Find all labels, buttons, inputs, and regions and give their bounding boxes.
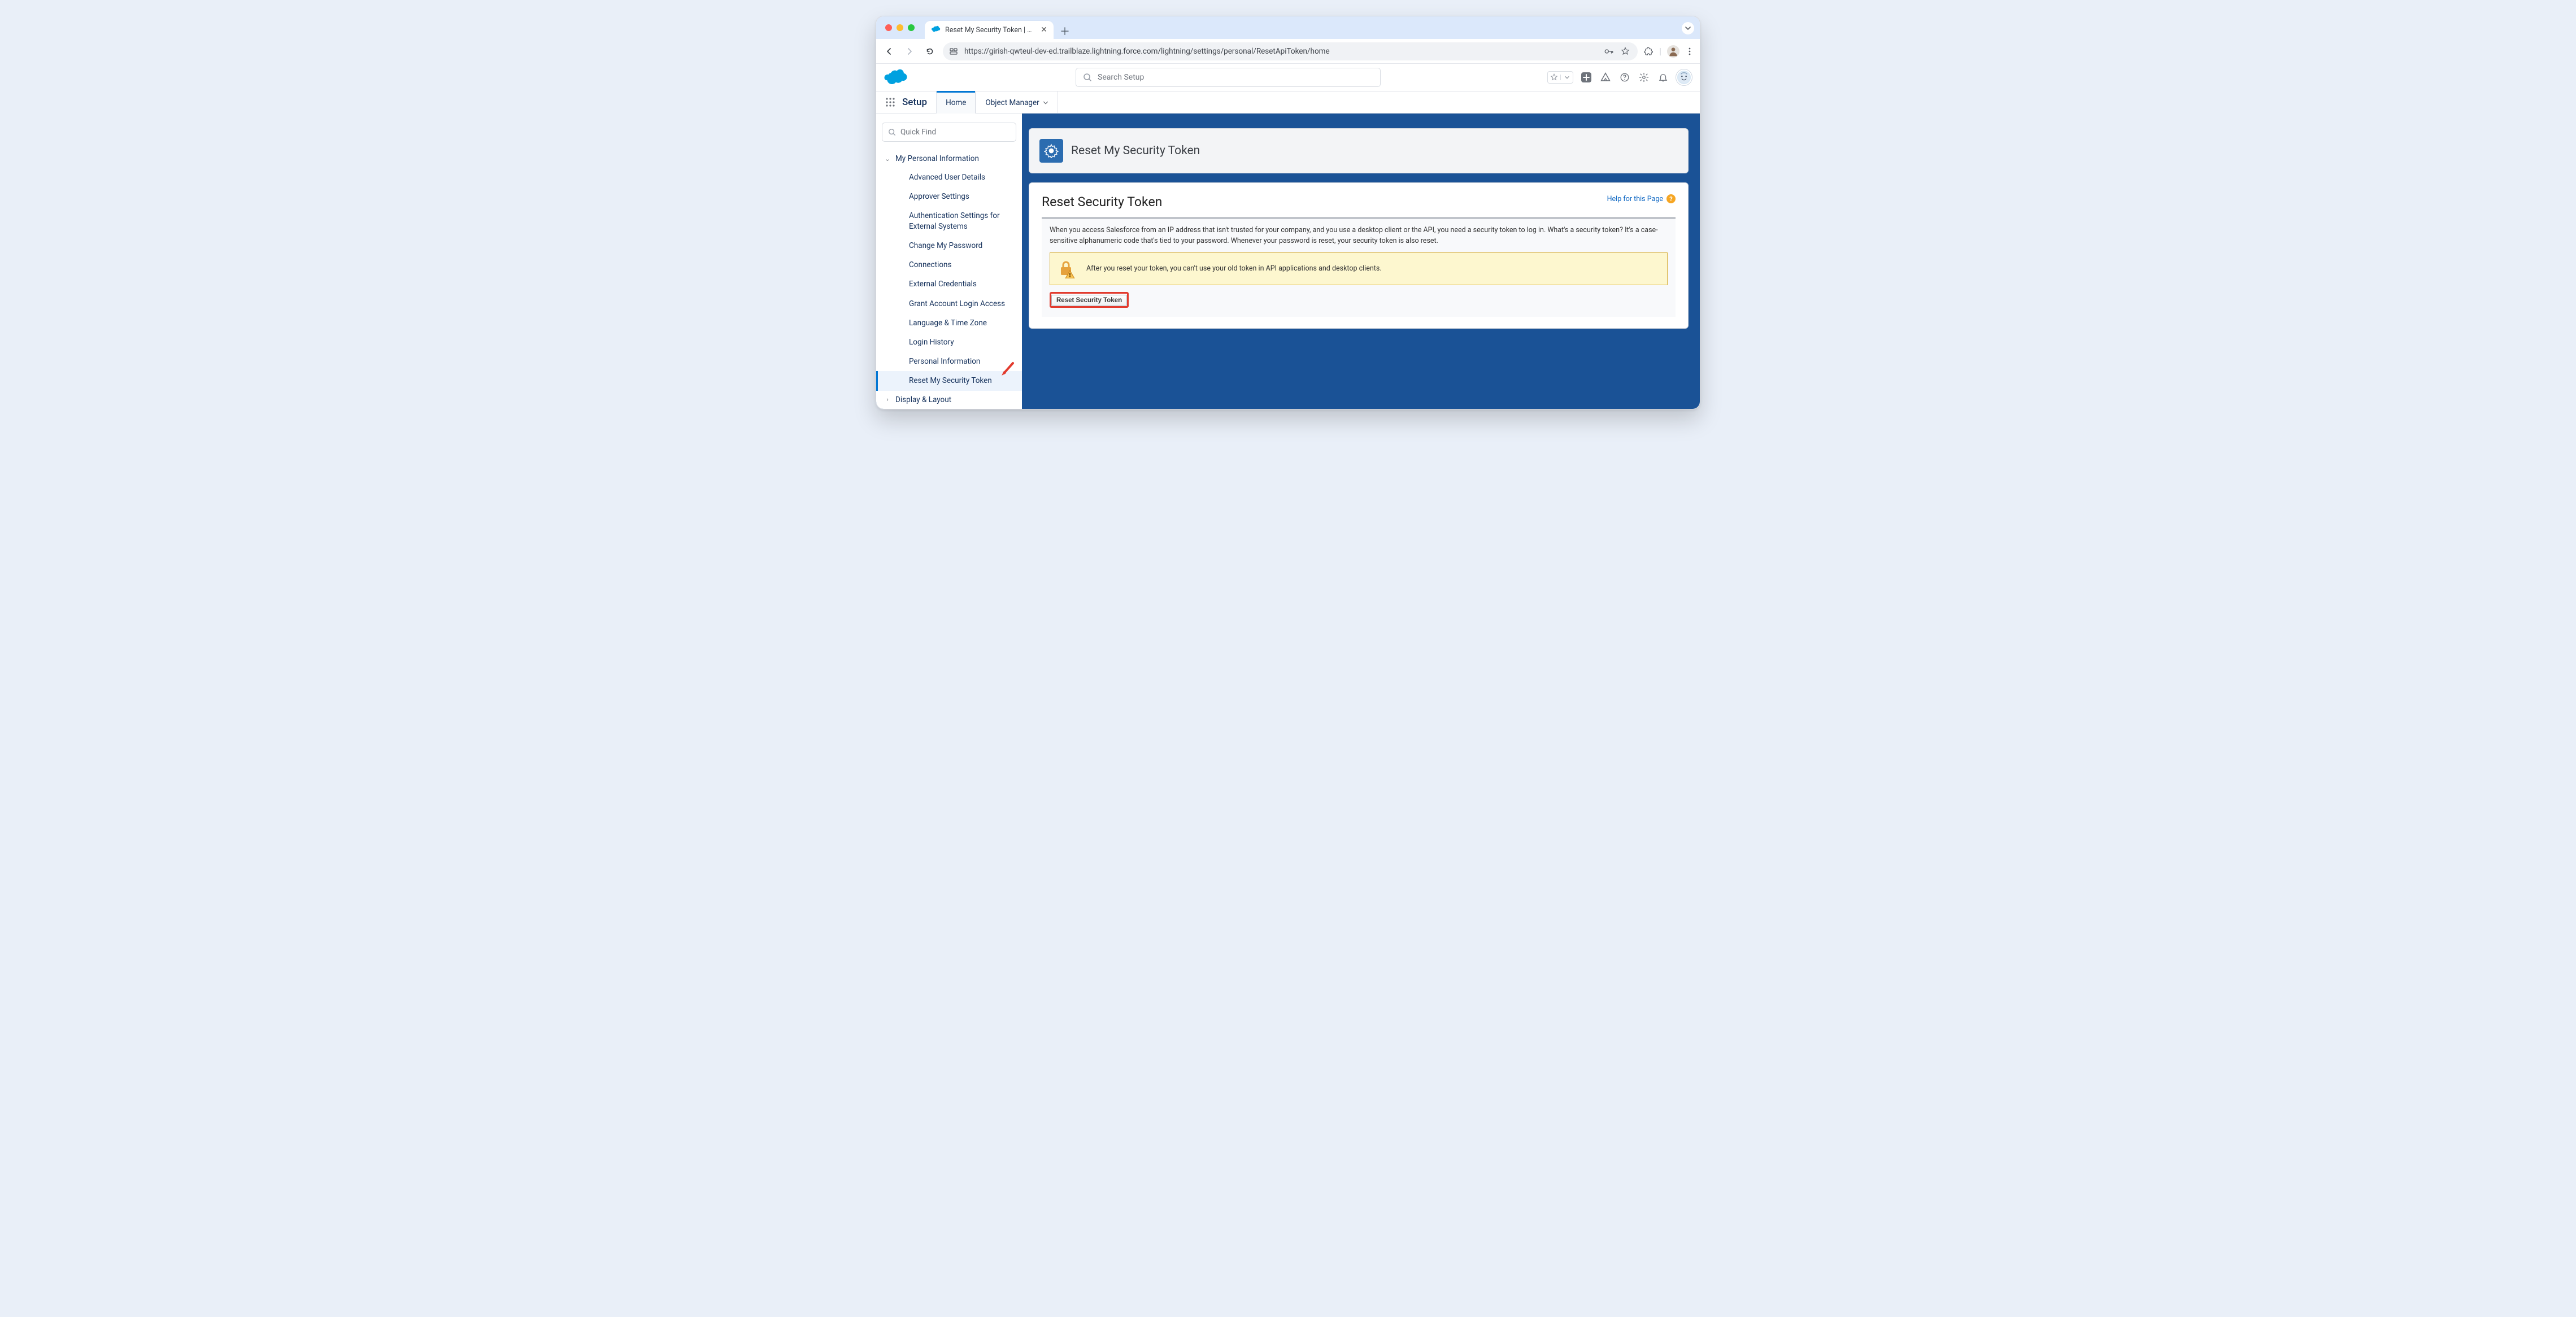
sidebar-item-language-timezone[interactable]: Language & Time Zone bbox=[903, 313, 1016, 333]
page-header: Reset My Security Token bbox=[1029, 128, 1689, 173]
tab-home[interactable]: Home bbox=[936, 91, 976, 114]
extensions-icon[interactable] bbox=[1643, 46, 1653, 56]
browser-toolbar: https://girish-qwteul-dev-ed.trailblaze.… bbox=[876, 39, 1700, 64]
sidebar-item-connections[interactable]: Connections bbox=[903, 255, 1016, 274]
chevron-down-icon bbox=[1043, 100, 1048, 106]
tree-section-personal[interactable]: ⌄ My Personal Information bbox=[882, 150, 1016, 168]
app-name: Setup bbox=[899, 91, 936, 113]
address-bar[interactable]: https://girish-qwteul-dev-ed.trailblaze.… bbox=[943, 42, 1638, 60]
sidebar-item-external-credentials[interactable]: External Credentials bbox=[903, 274, 1016, 294]
window-close-button[interactable] bbox=[885, 24, 892, 31]
setup-main: Reset My Security Token Reset Security T… bbox=[1022, 114, 1700, 343]
window-maximize-button[interactable] bbox=[908, 24, 915, 31]
setup-sidebar: Quick Find ⌄ My Personal Information Adv… bbox=[876, 114, 1022, 409]
search-placeholder: Search Setup bbox=[1098, 73, 1144, 82]
new-tab-button[interactable]: ＋ bbox=[1057, 23, 1073, 39]
tab-title: Reset My Security Token | Sal bbox=[945, 26, 1035, 34]
lock-warning-icon bbox=[1057, 259, 1077, 279]
search-icon bbox=[1083, 73, 1092, 82]
window-minimize-button[interactable] bbox=[897, 24, 903, 31]
page-header-title: Reset My Security Token bbox=[1071, 144, 1200, 158]
warning-text: After you reset your token, you can't us… bbox=[1086, 264, 1382, 273]
setup-gear-icon[interactable] bbox=[1638, 71, 1650, 84]
password-key-icon[interactable] bbox=[1604, 46, 1614, 56]
sidebar-item-reset-security-token[interactable]: Reset My Security Token bbox=[876, 371, 1022, 390]
window-controls bbox=[881, 16, 925, 39]
tabstrip: Reset My Security Token | Sal ✕ ＋ bbox=[876, 16, 1700, 39]
quick-find-placeholder: Quick Find bbox=[900, 128, 936, 137]
notifications-bell-icon[interactable] bbox=[1657, 71, 1669, 84]
setup-search-input[interactable]: Search Setup bbox=[1076, 68, 1381, 87]
salesforce-header: Search Setup bbox=[876, 64, 1700, 91]
sidebar-item-approver-settings[interactable]: Approver Settings bbox=[903, 187, 1016, 206]
tab-home-label: Home bbox=[946, 98, 966, 107]
sidebar-item-advanced-user-details[interactable]: Advanced User Details bbox=[903, 168, 1016, 187]
panel-title: Reset Security Token bbox=[1042, 194, 1162, 210]
profile-avatar[interactable] bbox=[1667, 45, 1679, 58]
sidebar-item-auth-settings-external[interactable]: Authentication Settings for External Sys… bbox=[903, 206, 1016, 236]
help-icon: ? bbox=[1666, 194, 1676, 203]
chevron-down-icon: ⌄ bbox=[884, 155, 891, 163]
tab-overflow-button[interactable] bbox=[1682, 22, 1694, 34]
sidebar-item-grant-login-access[interactable]: Grant Account Login Access bbox=[903, 294, 1016, 313]
sidebar-item-change-password[interactable]: Change My Password bbox=[903, 236, 1016, 255]
url-text: https://girish-qwteul-dev-ed.trailblaze.… bbox=[964, 47, 1598, 56]
content-panel: Reset Security Token Help for this Page … bbox=[1029, 182, 1689, 329]
forward-button[interactable] bbox=[902, 44, 917, 59]
sidebar-item-personal-information[interactable]: Personal Information bbox=[903, 352, 1016, 371]
tab-close-button[interactable]: ✕ bbox=[1040, 26, 1048, 34]
reset-button-highlight: Reset Security Token bbox=[1050, 292, 1129, 308]
quick-find-input[interactable]: Quick Find bbox=[882, 123, 1016, 142]
reset-security-token-button[interactable]: Reset Security Token bbox=[1051, 295, 1127, 306]
sidebar-item-login-history[interactable]: Login History bbox=[903, 333, 1016, 352]
header-utility bbox=[1547, 69, 1692, 85]
user-avatar[interactable] bbox=[1676, 69, 1692, 85]
browser-menu-icon[interactable] bbox=[1685, 47, 1694, 56]
help-link[interactable]: Help for this Page ? bbox=[1607, 194, 1676, 203]
tree-section-label: My Personal Information bbox=[895, 154, 979, 163]
tree-section-display-layout[interactable]: › Display & Layout bbox=[882, 391, 1016, 409]
gear-icon bbox=[1039, 139, 1063, 163]
toolbar-right: | bbox=[1643, 45, 1694, 58]
search-icon bbox=[888, 128, 896, 136]
browser-tab[interactable]: Reset My Security Token | Sal ✕ bbox=[925, 21, 1054, 39]
tab-object-manager[interactable]: Object Manager bbox=[976, 91, 1058, 114]
salesforce-logo-icon[interactable] bbox=[884, 69, 909, 86]
description-text: When you access Salesforce from an IP ad… bbox=[1050, 225, 1668, 247]
setup-tree: ⌄ My Personal Information Advanced User … bbox=[882, 150, 1016, 409]
salesforce-favicon-icon bbox=[932, 25, 941, 34]
site-info-icon[interactable] bbox=[948, 46, 959, 56]
help-link-label: Help for this Page bbox=[1607, 195, 1663, 203]
chevron-right-icon: › bbox=[884, 396, 891, 403]
app-nav: Setup Home Object Manager bbox=[876, 91, 1700, 114]
trailhead-icon[interactable] bbox=[1599, 71, 1612, 84]
global-add-button[interactable] bbox=[1580, 71, 1592, 84]
reset-block: When you access Salesforce from an IP ad… bbox=[1042, 217, 1676, 317]
tab-object-manager-label: Object Manager bbox=[985, 98, 1039, 107]
tree-section-label: Display & Layout bbox=[895, 395, 951, 404]
favorites-button[interactable] bbox=[1547, 71, 1573, 84]
warning-banner: After you reset your token, you can't us… bbox=[1050, 252, 1668, 285]
back-button[interactable] bbox=[882, 44, 897, 59]
reload-button[interactable] bbox=[923, 44, 937, 59]
app-launcher-icon[interactable] bbox=[882, 91, 899, 113]
bookmark-star-icon[interactable] bbox=[1621, 47, 1630, 56]
help-icon[interactable] bbox=[1618, 71, 1631, 84]
setup-body: Quick Find ⌄ My Personal Information Adv… bbox=[876, 114, 1700, 409]
browser-window: Reset My Security Token | Sal ✕ ＋ https:… bbox=[876, 16, 1700, 409]
